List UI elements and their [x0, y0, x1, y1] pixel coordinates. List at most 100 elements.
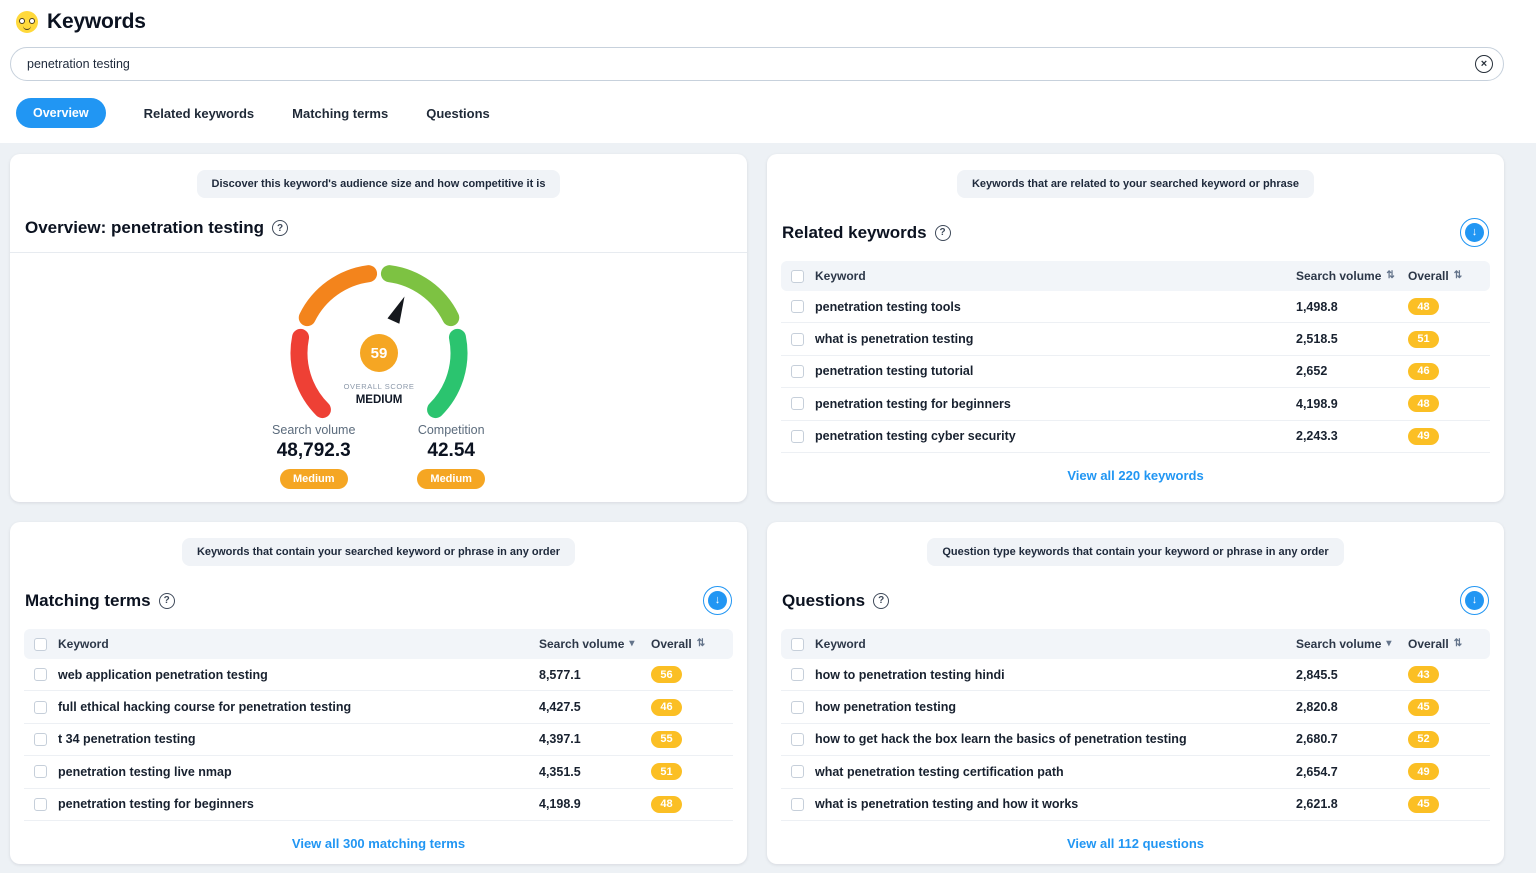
row-checkbox[interactable] — [791, 765, 804, 778]
tab-related-keywords[interactable]: Related keywords — [144, 106, 255, 121]
download-button[interactable]: ↓ — [1460, 218, 1489, 247]
keyword-cell: penetration testing tools — [815, 300, 961, 314]
column-search-volume[interactable]: Search volume — [539, 637, 624, 651]
row-checkbox[interactable] — [791, 365, 804, 378]
sort-icon[interactable]: ⇅ — [697, 639, 705, 649]
column-overall[interactable]: Overall — [1408, 637, 1449, 651]
table-row[interactable]: penetration testing live nmap 4,351.5 51 — [24, 756, 733, 788]
search-volume-cell: 2,820.8 — [1296, 700, 1408, 714]
keyword-cell: penetration testing tutorial — [815, 364, 973, 378]
overall-score-badge: 51 — [1408, 331, 1439, 348]
help-icon[interactable]: ? — [159, 593, 175, 609]
search-volume-cell: 4,427.5 — [539, 700, 651, 714]
column-overall[interactable]: Overall — [651, 637, 692, 651]
row-checkbox[interactable] — [791, 333, 804, 346]
questions-table: Keyword Search volume ▾ Overall ⇅ how to… — [781, 629, 1490, 821]
column-search-volume[interactable]: Search volume — [1296, 637, 1381, 651]
table-row[interactable]: how penetration testing 2,820.8 45 — [781, 691, 1490, 723]
row-checkbox[interactable] — [34, 798, 47, 811]
keyword-cell: penetration testing for beginners — [815, 397, 1011, 411]
gauge-score-label: OVERALL SCORE — [343, 382, 414, 391]
stat-label: Search volume — [272, 423, 355, 437]
help-icon[interactable]: ? — [272, 220, 288, 236]
table-row[interactable]: what is penetration testing 2,518.5 51 — [781, 323, 1490, 355]
table-row[interactable]: how to get hack the box learn the basics… — [781, 724, 1490, 756]
search-volume-cell: 2,621.8 — [1296, 797, 1408, 811]
view-all-matching-terms-link[interactable]: View all 300 matching terms — [10, 836, 747, 851]
gauge-score-value: 59 — [370, 345, 387, 362]
row-checkbox[interactable] — [34, 765, 47, 778]
gauge-segment-green — [435, 337, 458, 409]
keyword-cell: web application penetration testing — [58, 668, 268, 682]
table-row[interactable]: penetration testing tools 1,498.8 48 — [781, 291, 1490, 323]
row-checkbox[interactable] — [34, 668, 47, 681]
download-icon: ↓ — [1465, 223, 1484, 242]
related-keywords-table: Keyword Search volume ⇅ Overall ⇅ penetr… — [781, 261, 1490, 453]
table-row[interactable]: web application penetration testing 8,57… — [24, 659, 733, 691]
select-all-checkbox[interactable] — [791, 270, 804, 283]
row-checkbox[interactable] — [34, 733, 47, 746]
sort-icon[interactable]: ▾ — [629, 639, 634, 649]
help-icon[interactable]: ? — [935, 225, 951, 241]
column-overall[interactable]: Overall — [1408, 269, 1449, 283]
related-tooltip: Keywords that are related to your search… — [957, 170, 1314, 198]
table-row[interactable]: what penetration testing certification p… — [781, 756, 1490, 788]
view-all-keywords-link[interactable]: View all 220 keywords — [767, 468, 1504, 483]
matching-terms-table: Keyword Search volume ▾ Overall ⇅ web ap… — [24, 629, 733, 821]
download-button[interactable]: ↓ — [703, 586, 732, 615]
table-row[interactable]: full ethical hacking course for penetrat… — [24, 691, 733, 723]
topbar: Keywords × Overview Related keywords Mat… — [0, 0, 1536, 143]
questions-card: Question type keywords that contain your… — [767, 522, 1504, 864]
help-icon[interactable]: ? — [873, 593, 889, 609]
overall-score-badge: 45 — [1408, 796, 1439, 813]
row-checkbox[interactable] — [791, 397, 804, 410]
row-checkbox[interactable] — [791, 668, 804, 681]
row-checkbox[interactable] — [34, 701, 47, 714]
tab-overview[interactable]: Overview — [16, 98, 106, 128]
overall-score-badge: 46 — [1408, 363, 1439, 380]
sort-icon[interactable]: ⇅ — [1454, 639, 1462, 649]
select-all-checkbox[interactable] — [791, 638, 804, 651]
tab-matching-terms[interactable]: Matching terms — [292, 106, 388, 121]
stat-value: 48,792.3 — [272, 440, 355, 462]
clear-search-icon[interactable]: × — [1475, 55, 1493, 73]
column-keyword: Keyword — [58, 637, 109, 651]
overall-score-badge: 52 — [1408, 731, 1439, 748]
select-all-checkbox[interactable] — [34, 638, 47, 651]
row-checkbox[interactable] — [791, 701, 804, 714]
row-checkbox[interactable] — [791, 300, 804, 313]
table-row[interactable]: what is penetration testing and how it w… — [781, 789, 1490, 821]
matching-terms-card: Keywords that contain your searched keyw… — [10, 522, 747, 864]
search-volume-cell: 2,518.5 — [1296, 332, 1408, 346]
sort-icon[interactable]: ⇅ — [1386, 271, 1394, 281]
table-row[interactable]: penetration testing tutorial 2,652 46 — [781, 356, 1490, 388]
overall-score-badge: 45 — [1408, 699, 1439, 716]
column-search-volume[interactable]: Search volume — [1296, 269, 1381, 283]
questions-card-title: Questions — [782, 591, 865, 611]
table-row[interactable]: t 34 penetration testing 4,397.1 55 — [24, 724, 733, 756]
row-checkbox[interactable] — [791, 430, 804, 443]
stat-label: Competition — [417, 423, 485, 437]
row-checkbox[interactable] — [791, 733, 804, 746]
table-header: Keyword Search volume ▾ Overall ⇅ — [781, 629, 1490, 659]
gauge-level-label: MEDIUM — [355, 394, 402, 406]
search-volume-cell: 1,498.8 — [1296, 300, 1408, 314]
overview-stats: Search volume 48,792.3 Medium Competitio… — [272, 423, 485, 489]
tab-bar: Overview Related keywords Matching terms… — [10, 81, 1504, 143]
table-row[interactable]: how to penetration testing hindi 2,845.5… — [781, 659, 1490, 691]
sort-icon[interactable]: ▾ — [1386, 639, 1391, 649]
search-bar: × — [10, 47, 1504, 81]
search-input[interactable] — [10, 47, 1504, 81]
row-checkbox[interactable] — [791, 798, 804, 811]
sort-icon[interactable]: ⇅ — [1454, 271, 1462, 281]
keyword-cell: how penetration testing — [815, 700, 956, 714]
table-row[interactable]: penetration testing for beginners 4,198.… — [24, 789, 733, 821]
view-all-questions-link[interactable]: View all 112 questions — [767, 836, 1504, 851]
matching-card-title: Matching terms — [25, 591, 151, 611]
search-volume-cell: 4,198.9 — [539, 797, 651, 811]
overview-tooltip: Discover this keyword's audience size an… — [197, 170, 561, 198]
table-row[interactable]: penetration testing cyber security 2,243… — [781, 421, 1490, 453]
table-row[interactable]: penetration testing for beginners 4,198.… — [781, 388, 1490, 420]
tab-questions[interactable]: Questions — [426, 106, 490, 121]
download-button[interactable]: ↓ — [1460, 586, 1489, 615]
